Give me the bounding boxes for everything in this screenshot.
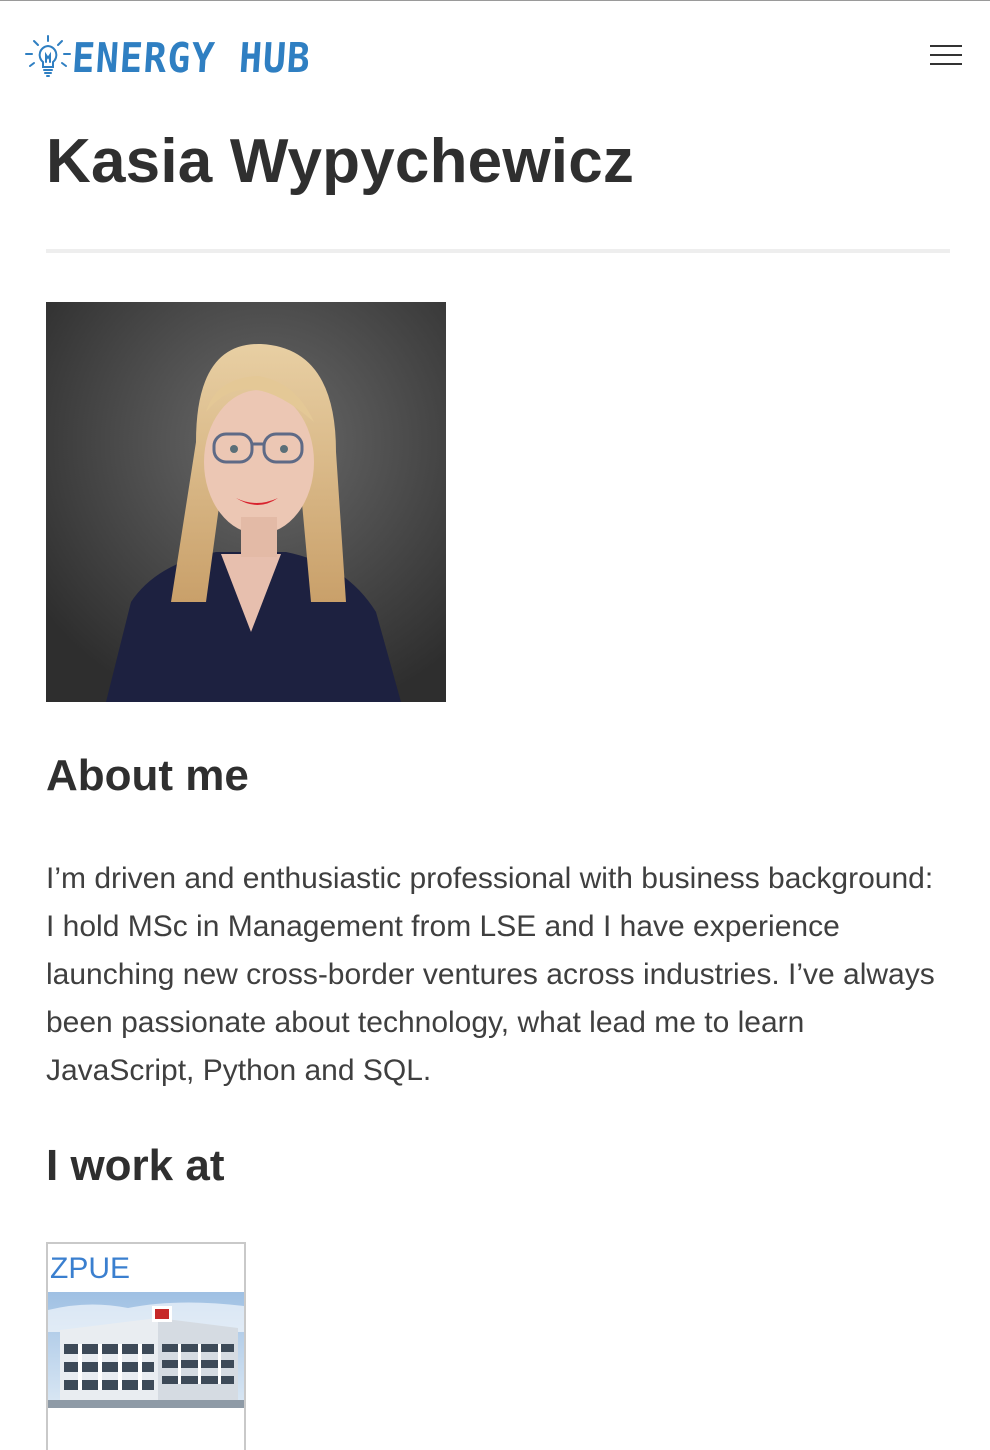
site-logo[interactable]: ENERGY HUB: [22, 32, 313, 84]
title-divider: [46, 249, 950, 253]
company-card-zpue[interactable]: ZPUE: [46, 1242, 246, 1450]
about-heading: About me: [46, 751, 249, 800]
menu-line: [930, 45, 962, 47]
profile-photo: [46, 302, 446, 702]
portrait-image: [46, 302, 446, 702]
site-header: ENERGY HUB: [0, 4, 990, 104]
lightbulb-icon: [25, 35, 71, 77]
company-link[interactable]: ZPUE: [48, 1244, 244, 1285]
work-heading: I work at: [46, 1141, 225, 1190]
building-picture: [48, 1292, 244, 1408]
logo-text: ENERGY HUB: [70, 34, 313, 82]
about-text: I’m driven and enthusiastic professional…: [46, 862, 935, 1087]
menu-line: [930, 54, 962, 56]
company-building-image: [48, 1292, 244, 1408]
menu-line: [930, 63, 962, 65]
page-title: Kasia Wypychewicz: [46, 127, 635, 196]
hamburger-menu-icon[interactable]: [928, 44, 964, 70]
